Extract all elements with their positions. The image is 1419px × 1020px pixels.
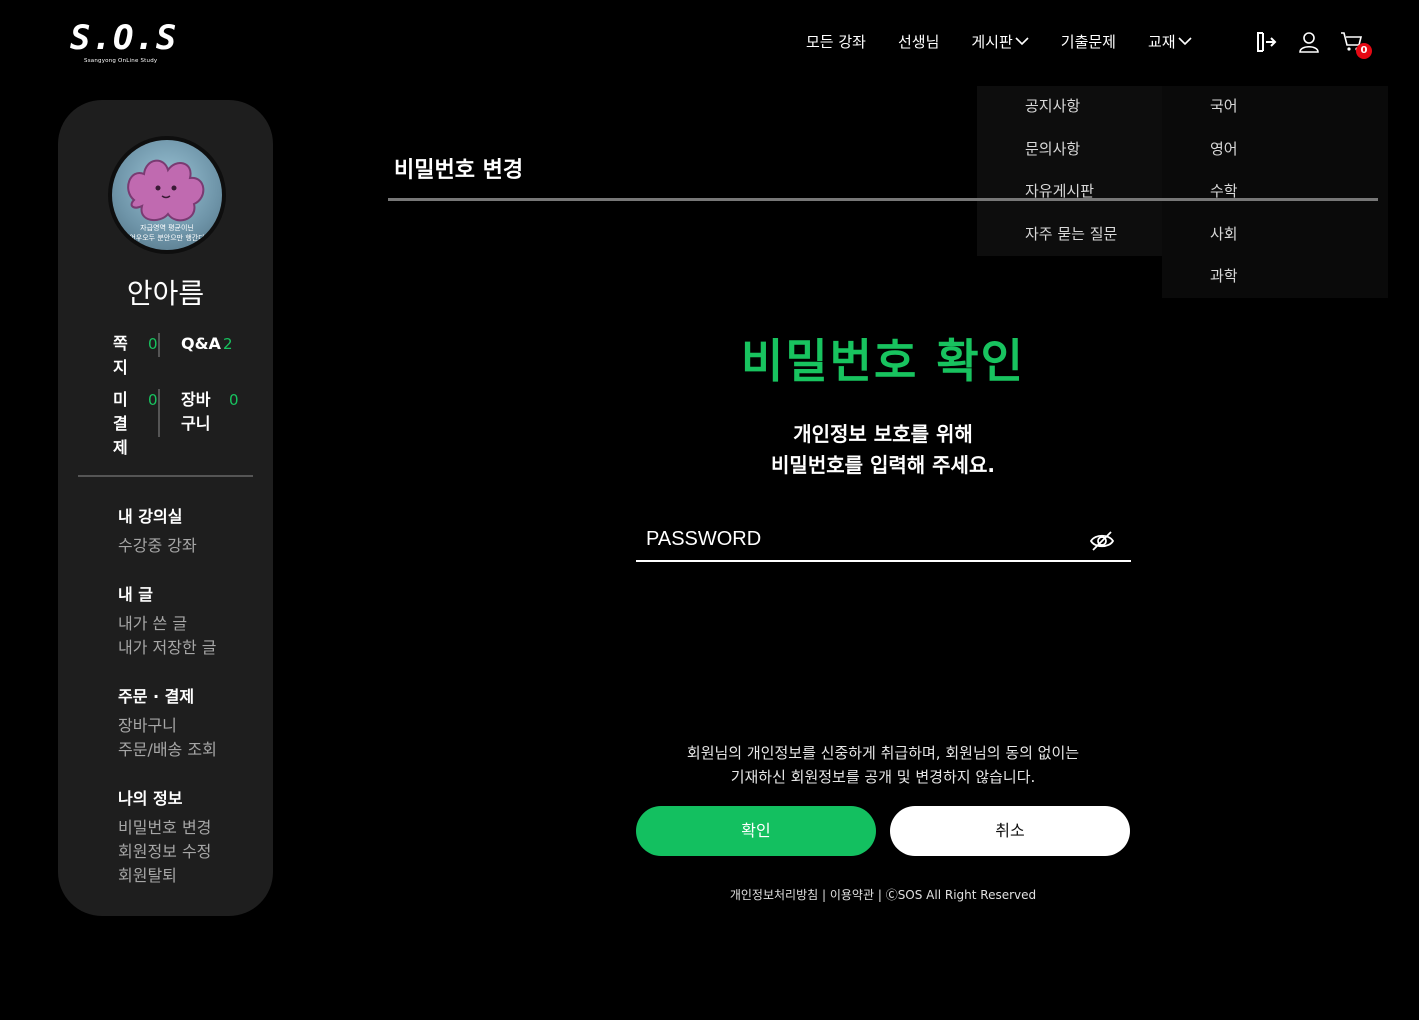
- nav-textbooks[interactable]: 교재: [1148, 31, 1192, 52]
- cart-icon[interactable]: 0: [1340, 30, 1372, 59]
- header-icons: 0: [1254, 30, 1383, 59]
- menu-head-lecture: 내 강의실: [118, 507, 183, 526]
- menu-link-saved-posts[interactable]: 내가 저장한 글: [118, 634, 217, 658]
- menu-head-my-info: 나의 정보: [118, 789, 183, 808]
- stat-qa-label[interactable]: Q&A: [181, 332, 221, 356]
- user-name: 안아름: [126, 277, 205, 310]
- dropdown-item-social[interactable]: 사회: [1210, 223, 1238, 244]
- avatar-caption-line: 자급영역 평균이닌: [140, 224, 194, 232]
- dropdown-item-science[interactable]: 과학: [1210, 265, 1238, 286]
- confirm-heading: 비밀번호 확인: [741, 334, 1025, 388]
- nav-label: 교재: [1147, 32, 1176, 51]
- menu-link-edit-profile[interactable]: 회원정보 수정: [118, 838, 211, 862]
- guide-text-line: 개인정보 보호를 위해: [793, 422, 973, 446]
- menu-link-order-tracking[interactable]: 주문/배송 조회: [118, 736, 217, 760]
- sidebar-divider: [78, 475, 253, 477]
- footer-separator: |: [818, 888, 830, 902]
- title-divider: [388, 198, 1378, 201]
- user-icon[interactable]: [1297, 30, 1321, 54]
- mypage-sidebar: 자급영역 평균이닌 어우오두 분안으만 행간다 안아름 쪽 지 0 Q&A 2 …: [58, 100, 273, 916]
- chevron-down-icon: [1178, 37, 1192, 46]
- footer-privacy-link[interactable]: 개인정보처리방침: [730, 888, 818, 902]
- avatar-image: 자급영역 평균이닌 어우오두 분안으만 행간다: [112, 140, 222, 250]
- cart-count-badge: 0: [1356, 43, 1372, 59]
- footer-terms-link[interactable]: 이용약관: [830, 888, 874, 902]
- privacy-notice-line: 기재하신 회원정보를 공개 및 변경하지 않습니다.: [730, 768, 1036, 786]
- privacy-notice-line: 회원님의 개인정보를 신중하게 취급하며, 회원님의 동의 없이는: [686, 744, 1080, 762]
- footer-copyright: ⒸSOS All Right Reserved: [885, 888, 1037, 902]
- stat-cart-value[interactable]: 0: [229, 388, 239, 412]
- avatar-caption: 자급영역 평균이닌 어우오두 분안으만 행간다: [112, 223, 222, 243]
- dropdown-item-faq[interactable]: 자주 묻는 질문: [1025, 223, 1117, 244]
- stat-cart-label[interactable]: 장바 구니: [181, 388, 210, 436]
- footer: 개인정보처리방침 | 이용약관 | ⒸSOS All Right Reserve…: [633, 886, 1133, 903]
- avatar-caption-line: 어우오두 분안으만 행간다: [129, 234, 205, 242]
- menu-link-my-posts[interactable]: 내가 쓴 글: [118, 610, 187, 634]
- menu-link-change-password[interactable]: 비밀번호 변경: [118, 814, 211, 838]
- logo[interactable]: S.O.S Ssangyong OnLine Study: [70, 18, 178, 68]
- stat-divider: [158, 389, 160, 437]
- nav-label: 기출문제: [1060, 32, 1116, 51]
- cancel-button[interactable]: 취소: [890, 806, 1130, 856]
- menu-link-withdraw[interactable]: 회원탈퇴: [118, 862, 177, 886]
- dropdown-item-notice[interactable]: 공지사항: [1025, 95, 1080, 116]
- textbook-dropdown: 국어 영어 수학 사회 과학: [1162, 86, 1388, 298]
- nav-teachers[interactable]: 선생님: [898, 31, 939, 52]
- logout-icon[interactable]: [1254, 30, 1278, 54]
- stat-unpaid-value[interactable]: 0: [148, 388, 158, 412]
- menu-link-current-courses[interactable]: 수강중 강좌: [118, 532, 197, 556]
- guide-text-line: 비밀번호를 입력해 주세요.: [771, 453, 995, 477]
- avatar: 자급영역 평균이닌 어우오두 분안으만 행간다: [108, 136, 226, 254]
- eye-off-icon[interactable]: [1089, 530, 1115, 552]
- dropdown-item-inquiry[interactable]: 문의사항: [1025, 138, 1080, 159]
- nav-label: 게시판: [971, 32, 1013, 51]
- menu-link-cart[interactable]: 장바구니: [118, 712, 177, 736]
- board-dropdown: 공지사항 문의사항 자유게시판 자주 묻는 질문: [977, 86, 1167, 256]
- stat-qa-value[interactable]: 2: [223, 332, 233, 356]
- nav-board[interactable]: 게시판: [971, 31, 1029, 52]
- confirm-button[interactable]: 확인: [636, 806, 876, 856]
- nav-all-courses[interactable]: 모든 강좌: [806, 31, 866, 52]
- stat-note-label[interactable]: 쪽 지: [113, 332, 128, 380]
- password-field: [636, 520, 1131, 562]
- footer-separator: |: [874, 888, 886, 902]
- stat-note-value[interactable]: 0: [148, 332, 158, 356]
- nav-label: 선생님: [897, 32, 940, 51]
- password-input[interactable]: [636, 520, 1076, 558]
- stat-unpaid-label[interactable]: 미 결 제: [113, 388, 128, 460]
- menu-head-order: 주문 · 결제: [118, 687, 195, 706]
- chevron-down-icon: [1015, 37, 1029, 46]
- nav-past-exams[interactable]: 기출문제: [1061, 31, 1116, 52]
- menu-head-posts: 내 글: [118, 585, 154, 604]
- page-title: 비밀번호 변경: [394, 158, 524, 183]
- dropdown-item-korean[interactable]: 국어: [1210, 95, 1238, 116]
- logo-subtitle: Ssangyong OnLine Study: [84, 58, 158, 64]
- dropdown-item-english[interactable]: 영어: [1210, 138, 1238, 159]
- top-nav: 모든 강좌 선생님 게시판 기출문제 교재: [806, 28, 1224, 54]
- stat-divider: [158, 333, 160, 357]
- logo-text: S.O.S: [70, 18, 178, 58]
- nav-label: 모든 강좌: [806, 32, 866, 51]
